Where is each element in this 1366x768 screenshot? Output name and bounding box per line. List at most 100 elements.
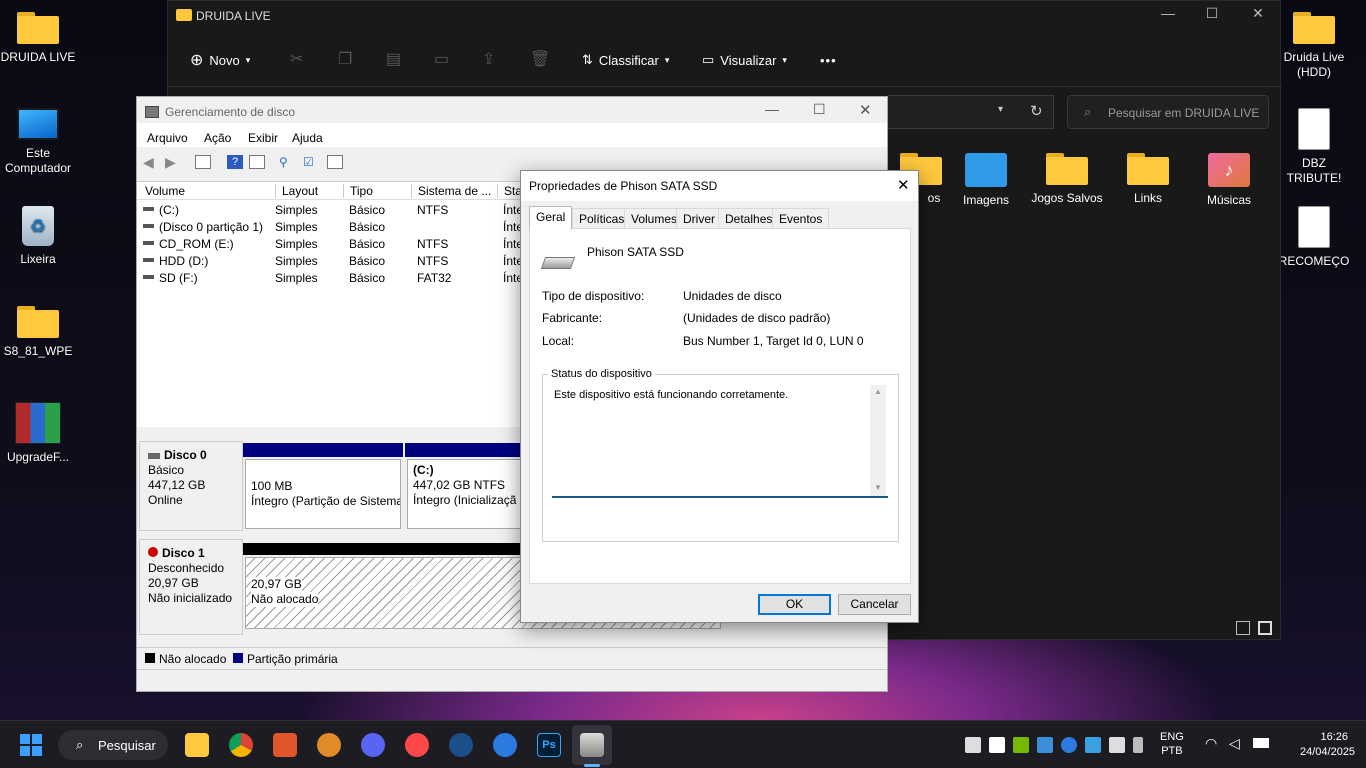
volume-row[interactable]: HDD (D:) Simples Básico NTFS Ínte [137,252,523,269]
forward-icon[interactable]: ▶ [165,155,181,169]
refresh-icon[interactable]: ↻ [1030,102,1043,120]
bluetooth-tray-icon[interactable] [1061,737,1077,753]
close-button[interactable]: ✕ [1238,5,1278,22]
back-icon[interactable]: ◀ [143,155,159,169]
menu-acao[interactable]: Ação [204,131,231,145]
explorer-item[interactable]: Links [1109,153,1187,206]
volume-icon[interactable]: ◁ [1229,735,1240,752]
volume-icon [143,224,154,228]
column-header[interactable]: Tipo [343,184,373,198]
document-icon [1298,206,1330,248]
discord-tray-icon[interactable] [965,737,981,753]
view-button[interactable]: ▭ Visualizar ▾ [702,49,787,71]
clock[interactable]: 16:26 24/04/2025 [1300,730,1355,760]
desktop-icon-s8-81-wpe[interactable]: S8_81_WPE [0,306,76,359]
rescan-icon[interactable]: ⚲ [279,155,295,169]
scrollbar[interactable]: ▲ ▼ [870,385,886,496]
explorer-item[interactable]: ♪ Músicas [1190,153,1268,208]
tab-driver[interactable]: Driver [676,208,722,228]
disk-name: Disco 0 [164,448,207,462]
column-header[interactable]: Layout [275,184,318,198]
language-indicator[interactable]: ENG PTB [1160,730,1184,758]
wifi-icon[interactable]: ◠ [1205,735,1217,752]
desktop-icon-dbz-tribute[interactable]: DBZ TRIBUTE! [1276,108,1352,186]
nvidia-tray-icon[interactable] [1013,737,1029,753]
app-red-icon[interactable] [273,733,297,757]
usb-tray-icon[interactable] [1133,737,1143,753]
partition-system[interactable]: 100 MB Íntegro (Partição de Sistema [245,459,401,529]
search-box[interactable]: ⌕ Pesquisar [58,730,168,760]
maximize-button[interactable]: ☐ [813,101,826,118]
delete-icon[interactable]: 🗑 [530,49,550,69]
check-icon[interactable]: ☑ [303,155,319,169]
explorer-item[interactable]: Imagens [947,153,1025,208]
close-button[interactable]: ✕ [897,176,910,194]
desktop-icon-lixeira[interactable]: ♻ Lixeira [0,206,76,267]
photoshop-icon[interactable]: Ps [537,733,561,757]
details-view-icon[interactable] [1236,621,1250,635]
column-header[interactable]: Volume [145,184,185,198]
list-icon[interactable] [327,155,343,169]
partition-c[interactable]: (C:) 447,02 GB NTFS Íntegro (Inicializaç… [407,459,523,529]
share-icon[interactable]: ⇪ [482,49,495,69]
maximize-button[interactable]: ☐ [1192,5,1232,22]
properties-dialog[interactable]: Propriedades de Phison SATA SSD ✕ Geral … [520,170,919,623]
tiles-view-icon[interactable] [1258,621,1272,635]
desktop-icon-druida-live-hdd[interactable]: Druida Live (HDD) [1276,12,1352,80]
menu-arquivo[interactable]: Arquivo [147,131,188,145]
search-input[interactable]: ⌕ Pesquisar em DRUIDA LIVE [1067,95,1269,129]
volume-row[interactable]: SD (F:) Simples Básico FAT32 Ínte [137,269,523,286]
desktop-icon-upgrade[interactable]: UpgradeF... [0,402,76,465]
refresh-view-icon[interactable] [249,155,265,169]
address-bar[interactable]: ▾ ↻ [888,95,1054,129]
app-tray-icon[interactable] [1109,737,1125,753]
chrome-icon[interactable] [229,733,253,757]
desktop-icon-druida-live[interactable]: DRUIDA LIVE [0,12,76,65]
desktop-icon-este-computador[interactable]: Este Computador [0,108,76,176]
tab-eventos[interactable]: Eventos [772,208,830,228]
tab-geral[interactable]: Geral [529,206,573,229]
disk-mgmt-icon[interactable] [580,733,604,757]
ea-icon[interactable] [405,733,429,757]
paste-icon[interactable]: ▤ [386,49,401,69]
close-button[interactable]: ✕ [859,101,872,119]
minimize-button[interactable]: — [1148,5,1188,21]
more-options-button[interactable]: ••• [820,49,837,71]
menu-ajuda[interactable]: Ajuda [292,131,323,145]
ok-button[interactable]: OK [758,594,831,615]
cancel-button[interactable]: Cancelar [838,594,911,615]
volume-row[interactable]: (C:) Simples Básico NTFS Ínte [137,201,523,218]
app-tray-icon[interactable] [1037,737,1053,753]
column-header[interactable]: Sistema de ... [411,184,491,198]
security-tray-icon[interactable] [1085,737,1101,753]
discord-icon[interactable] [361,733,385,757]
volume-row[interactable]: (Disco 0 partição 1) Simples Básico Ínte [137,218,523,235]
audio-tray-icon[interactable] [989,737,1005,753]
rename-icon[interactable]: ▭ [434,49,449,69]
sort-button[interactable]: ⇅ Classificar ▾ [582,49,669,71]
copy-icon[interactable]: ❐ [338,49,352,69]
desktop-icon-recomeco[interactable]: RECOMEÇO [1276,206,1352,269]
minimize-button[interactable]: — [765,101,779,117]
scroll-up-icon[interactable]: ▲ [874,387,882,396]
new-button[interactable]: ⊕ Novo ▾ [190,49,250,71]
tab-detalhes[interactable]: Detalhes [718,208,780,228]
tab-politicas[interactable]: Políticas [572,208,632,228]
start-button[interactable] [20,734,42,756]
disk0-panel[interactable]: Disco 0 Básico 447,12 GB Online [139,441,243,531]
cut-icon[interactable]: ✂ [290,49,303,69]
explorer-item[interactable]: Jogos Salvos [1028,153,1106,206]
app-orange-icon[interactable] [317,733,341,757]
file-explorer-icon[interactable] [185,733,209,757]
scroll-down-icon[interactable]: ▼ [874,483,882,492]
steam-icon[interactable] [449,733,473,757]
menu-exibir[interactable]: Exibir [248,131,278,145]
battery-icon[interactable] [1253,738,1269,748]
properties-icon[interactable] [195,155,211,169]
help-icon[interactable]: ? [227,155,243,169]
disk1-panel[interactable]: Disco 1 Desconhecido 20,97 GB Não inicia… [139,539,243,635]
app-blue-icon[interactable] [493,733,517,757]
status-textbox[interactable]: Este dispositivo está funcionando corret… [552,385,888,498]
windows-logo-part [32,734,42,744]
volume-row[interactable]: CD_ROM (E:) Simples Básico NTFS Ínte [137,235,523,252]
